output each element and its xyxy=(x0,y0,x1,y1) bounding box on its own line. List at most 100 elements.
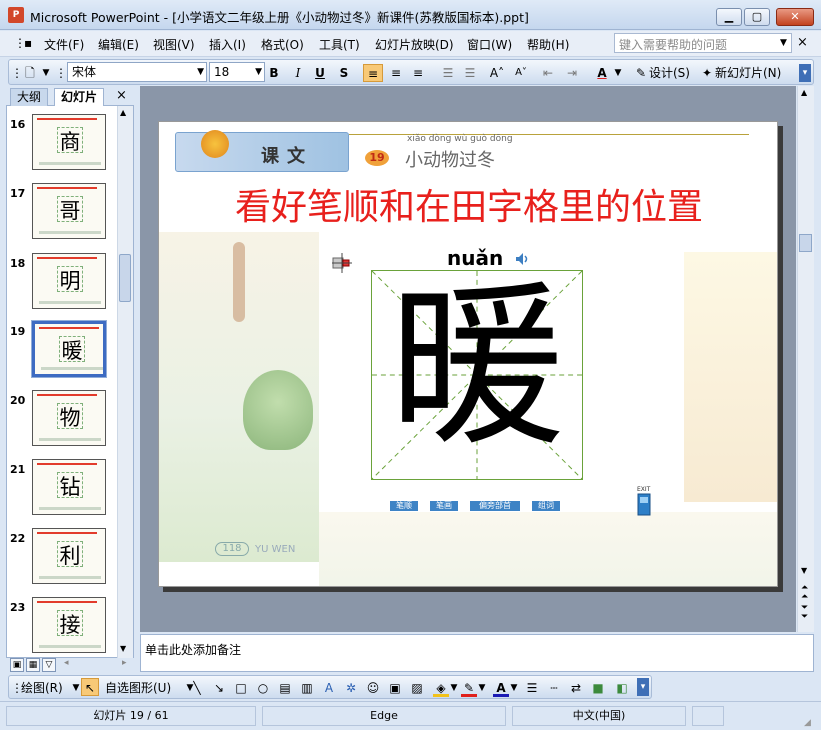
slide-scrollbar[interactable] xyxy=(797,86,814,632)
scroll-down-icon[interactable]: ▼ xyxy=(120,644,126,653)
pane-scroll-right-icon[interactable]: ▸ xyxy=(122,658,127,668)
shadow-button[interactable]: S xyxy=(335,64,353,82)
line-color-icon[interactable]: ✎ xyxy=(461,679,477,697)
slide-instruction[interactable]: 看好笔顺和在田字格里的位置 xyxy=(189,178,749,230)
rectangle-tool-icon[interactable]: □ xyxy=(233,679,249,697)
exit-door-icon[interactable] xyxy=(637,488,651,516)
pane-scroll-left-icon[interactable]: ◂ xyxy=(64,658,69,668)
arrow-tool-icon[interactable]: ↘ xyxy=(211,679,227,697)
pane-close-button[interactable]: × xyxy=(116,88,127,103)
slide-scroll-down-icon[interactable]: ▼ xyxy=(801,566,807,575)
normal-view-icon[interactable]: ▣ xyxy=(10,658,24,672)
menu-format[interactable]: 格式(O) xyxy=(261,36,304,53)
draw-font-color-icon[interactable]: A xyxy=(493,679,509,697)
thumbnail-scrollbar[interactable] xyxy=(117,106,133,658)
thumbnail-scroll-handle[interactable] xyxy=(119,254,131,302)
slide-scroll-up-icon[interactable]: ▲ xyxy=(801,88,807,97)
increase-font-button[interactable]: A˄ xyxy=(487,64,507,82)
slideshow-view-icon[interactable]: ▽ xyxy=(42,658,56,672)
font-color-dropdown-icon[interactable]: ▼ xyxy=(613,64,623,82)
draw-menu-dropdown-icon[interactable]: ▼ xyxy=(71,679,81,697)
move-handle-icon[interactable] xyxy=(331,252,353,274)
design-button[interactable]: 设计(S) xyxy=(649,64,697,82)
autoshapes-button[interactable]: 自选图形(U) xyxy=(105,679,185,697)
select-objects-icon[interactable]: ↖ xyxy=(81,678,99,696)
diagram-icon[interactable]: ✲ xyxy=(343,679,359,697)
resize-grip-icon[interactable]: ◢ xyxy=(804,718,811,728)
menu-window[interactable]: 窗口(W) xyxy=(467,36,512,53)
scroll-up-icon[interactable]: ▲ xyxy=(120,108,126,117)
oval-tool-icon[interactable]: ○ xyxy=(255,679,271,697)
close-window-button[interactable]: ✕ xyxy=(776,8,814,26)
tab-outline[interactable]: 大纲 xyxy=(10,88,49,106)
decrease-indent-button[interactable]: ⇤ xyxy=(539,64,557,82)
bold-button[interactable]: B xyxy=(265,64,283,82)
help-search-input[interactable]: 键入需要帮助的问题 xyxy=(614,33,792,53)
slide-thumbnail[interactable]: 哥 xyxy=(32,183,106,239)
italic-button[interactable]: I xyxy=(289,64,307,82)
toolbar-options-icon[interactable]: ▾ xyxy=(799,64,811,82)
font-size-select[interactable]: 18 ▼ xyxy=(209,62,265,82)
wordart-icon[interactable]: A xyxy=(321,679,337,697)
numbering-button[interactable]: ☰ xyxy=(439,64,457,82)
align-center-button[interactable]: ≡ xyxy=(387,64,405,82)
menu-insert[interactable]: 插入(I) xyxy=(209,36,246,53)
menu-help[interactable]: 帮助(H) xyxy=(527,36,569,53)
vertical-textbox-icon[interactable]: ▥ xyxy=(299,679,315,697)
drawbar-options-icon[interactable]: ▾ xyxy=(637,678,649,696)
powerpoint-app-icon[interactable]: P xyxy=(8,7,24,23)
slide-sorter-view-icon[interactable]: ▦ xyxy=(26,658,40,672)
line-color-dropdown-icon[interactable]: ▼ xyxy=(477,679,487,697)
menu-edit[interactable]: 编辑(E) xyxy=(98,36,139,53)
textbox-tool-icon[interactable]: ▤ xyxy=(277,679,293,697)
shadow-style-icon[interactable]: ■ xyxy=(589,679,607,697)
slide-thumbnail[interactable]: 利 xyxy=(32,528,106,584)
close-document-button[interactable]: × xyxy=(797,35,808,50)
word-group-button[interactable]: 组词 xyxy=(531,500,561,512)
slide-thumbnail[interactable]: 接 xyxy=(32,597,106,653)
font-size-dropdown-icon[interactable]: ▼ xyxy=(255,63,262,81)
increase-indent-button[interactable]: ⇥ xyxy=(563,64,581,82)
slide-thumbnail[interactable]: 暖 xyxy=(31,320,107,378)
slide-scroll-handle[interactable] xyxy=(799,234,812,252)
3d-style-icon[interactable]: ◧ xyxy=(613,679,631,697)
speaker-icon[interactable] xyxy=(515,252,529,266)
slide-thumbnail[interactable]: 商 xyxy=(32,114,106,170)
new-document-dropdown-icon[interactable]: ▼ xyxy=(41,64,51,82)
align-right-button[interactable]: ≡ xyxy=(409,64,427,82)
menu-file[interactable]: 文件(F) xyxy=(44,36,84,53)
bullets-button[interactable]: ☰ xyxy=(461,64,479,82)
strokes-button[interactable]: 笔画 xyxy=(429,500,459,512)
maximize-button[interactable]: ▢ xyxy=(744,8,770,26)
clip-art-icon[interactable]: ☺ xyxy=(365,679,381,697)
new-slide-button[interactable]: 新幻灯片(N) xyxy=(715,64,795,82)
menu-view[interactable]: 视图(V) xyxy=(153,36,195,53)
radical-button[interactable]: 偏旁部首 xyxy=(469,500,521,512)
slide-thumbnail[interactable]: 钻 xyxy=(32,459,106,515)
fill-color-dropdown-icon[interactable]: ▼ xyxy=(449,679,459,697)
current-slide[interactable]: 课文 19 xiǎo dòng wù guò dōng 小动物过冬 看好笔顺和在… xyxy=(158,121,778,587)
menu-tools[interactable]: 工具(T) xyxy=(319,36,360,53)
menu-slideshow[interactable]: 幻灯片放映(D) xyxy=(375,36,454,53)
arrow-style-icon[interactable]: ⇄ xyxy=(567,679,585,697)
slide-thumbnail[interactable]: 明 xyxy=(32,253,106,309)
image-icon[interactable]: ▨ xyxy=(409,679,425,697)
font-name-select[interactable]: 宋体 ▼ xyxy=(67,62,207,82)
minimize-button[interactable]: ▁ xyxy=(716,8,742,26)
stroke-order-button[interactable]: 笔顺 xyxy=(389,500,419,512)
slide-thumbnail[interactable]: 物 xyxy=(32,390,106,446)
font-name-dropdown-icon[interactable]: ▼ xyxy=(197,63,204,81)
underline-button[interactable]: U xyxy=(311,64,329,82)
notes-area[interactable]: 单击此处添加备注 xyxy=(140,634,814,672)
draw-font-color-dropdown-icon[interactable]: ▼ xyxy=(509,679,519,697)
align-left-button[interactable]: ≡ xyxy=(363,64,383,82)
line-style-icon[interactable]: ☰ xyxy=(523,679,541,697)
insert-picture-icon[interactable]: ▣ xyxy=(387,679,403,697)
line-tool-icon[interactable]: ╲ xyxy=(189,679,205,697)
decrease-font-button[interactable]: A˅ xyxy=(511,64,531,82)
tab-slides[interactable]: 幻灯片 xyxy=(54,88,105,106)
draw-menu-button[interactable]: 绘图(R) xyxy=(21,679,71,697)
next-slide-icon[interactable]: ⏷ ⏷ xyxy=(801,604,808,622)
previous-slide-icon[interactable]: ⏶ ⏶ xyxy=(801,584,808,602)
fill-color-icon[interactable]: ◈ xyxy=(433,679,449,697)
